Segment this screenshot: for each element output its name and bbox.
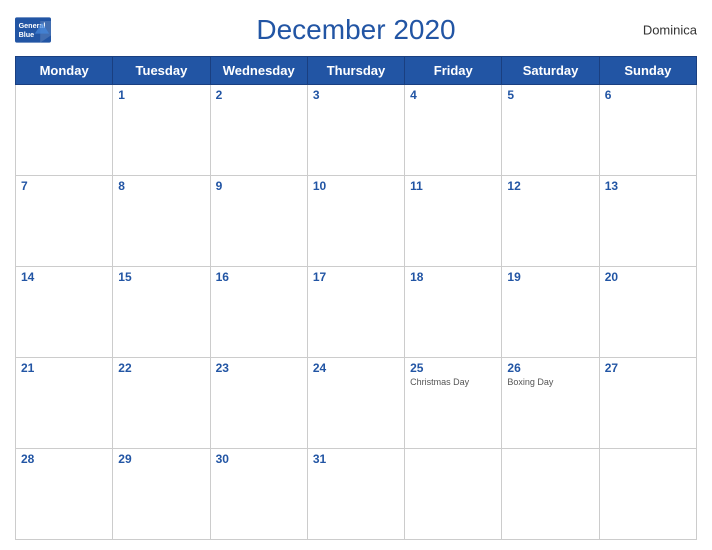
week-row-3: 14 15 16 17 18 19 20 <box>16 267 697 358</box>
week-row-5: 28 29 30 31 <box>16 449 697 540</box>
calendar-cell: 1 <box>113 85 210 176</box>
day-number: 31 <box>313 452 399 466</box>
calendar-cell: 14 <box>16 267 113 358</box>
day-number: 28 <box>21 452 107 466</box>
calendar-cell: 6 <box>599 85 696 176</box>
calendar-cell: 4 <box>405 85 502 176</box>
calendar-cell: 16 <box>210 267 307 358</box>
header-wednesday: Wednesday <box>210 57 307 85</box>
holiday-label: Christmas Day <box>410 377 496 387</box>
calendar-cell: 27 <box>599 358 696 449</box>
day-number: 27 <box>605 361 691 375</box>
calendar-header: General Blue December 2020 Dominica <box>15 10 697 50</box>
calendar-cell: 25 Christmas Day <box>405 358 502 449</box>
calendar-cell: 19 <box>502 267 599 358</box>
calendar-cell: 31 <box>307 449 404 540</box>
calendar-cell: 21 <box>16 358 113 449</box>
header-monday: Monday <box>16 57 113 85</box>
calendar-cell: 2 <box>210 85 307 176</box>
day-number: 19 <box>507 270 593 284</box>
logo: General Blue <box>15 17 51 43</box>
day-number: 25 <box>410 361 496 375</box>
calendar-cell: 9 <box>210 176 307 267</box>
header-saturday: Saturday <box>502 57 599 85</box>
day-number: 30 <box>216 452 302 466</box>
calendar-cell: 22 <box>113 358 210 449</box>
calendar-cell: 12 <box>502 176 599 267</box>
calendar-cell <box>502 449 599 540</box>
calendar-cell: 26 Boxing Day <box>502 358 599 449</box>
header-sunday: Sunday <box>599 57 696 85</box>
day-number: 20 <box>605 270 691 284</box>
day-number: 13 <box>605 179 691 193</box>
day-number: 15 <box>118 270 204 284</box>
day-number: 3 <box>313 88 399 102</box>
calendar-cell: 29 <box>113 449 210 540</box>
calendar-cell <box>405 449 502 540</box>
calendar-cell: 20 <box>599 267 696 358</box>
calendar-cell: 10 <box>307 176 404 267</box>
day-number: 11 <box>410 179 496 193</box>
days-header-row: Monday Tuesday Wednesday Thursday Friday… <box>16 57 697 85</box>
month-title: December 2020 <box>256 14 455 46</box>
holiday-label: Boxing Day <box>507 377 593 387</box>
day-number: 12 <box>507 179 593 193</box>
day-number: 6 <box>605 88 691 102</box>
calendar-cell: 24 <box>307 358 404 449</box>
day-number: 18 <box>410 270 496 284</box>
calendar-cell: 23 <box>210 358 307 449</box>
day-number: 24 <box>313 361 399 375</box>
week-row-1: 123456 <box>16 85 697 176</box>
day-number: 5 <box>507 88 593 102</box>
calendar-cell: 28 <box>16 449 113 540</box>
svg-text:Blue: Blue <box>19 30 35 39</box>
calendar-cell: 7 <box>16 176 113 267</box>
calendar-cell: 3 <box>307 85 404 176</box>
day-number: 21 <box>21 361 107 375</box>
calendar-cell: 17 <box>307 267 404 358</box>
calendar-cell: 8 <box>113 176 210 267</box>
calendar-cell: 18 <box>405 267 502 358</box>
header-friday: Friday <box>405 57 502 85</box>
day-number: 29 <box>118 452 204 466</box>
week-row-4: 21 22 23 24 25 Christmas Day 26 Boxing Day 27 <box>16 358 697 449</box>
day-number: 14 <box>21 270 107 284</box>
calendar-cell: 30 <box>210 449 307 540</box>
day-number: 16 <box>216 270 302 284</box>
day-number: 1 <box>118 88 204 102</box>
day-number: 7 <box>21 179 107 193</box>
calendar-cell <box>16 85 113 176</box>
day-number: 4 <box>410 88 496 102</box>
day-number: 23 <box>216 361 302 375</box>
calendar-cell <box>599 449 696 540</box>
day-number: 10 <box>313 179 399 193</box>
header-thursday: Thursday <box>307 57 404 85</box>
calendar-cell: 5 <box>502 85 599 176</box>
day-number: 22 <box>118 361 204 375</box>
day-number: 17 <box>313 270 399 284</box>
calendar-cell: 15 <box>113 267 210 358</box>
day-number: 26 <box>507 361 593 375</box>
week-row-2: 789 10 11 12 13 <box>16 176 697 267</box>
country-label: Dominica <box>643 23 697 38</box>
calendar-cell: 13 <box>599 176 696 267</box>
day-number: 8 <box>118 179 204 193</box>
calendar-cell: 11 <box>405 176 502 267</box>
header-tuesday: Tuesday <box>113 57 210 85</box>
day-number: 2 <box>216 88 302 102</box>
calendar-table: Monday Tuesday Wednesday Thursday Friday… <box>15 56 697 540</box>
day-number: 9 <box>216 179 302 193</box>
